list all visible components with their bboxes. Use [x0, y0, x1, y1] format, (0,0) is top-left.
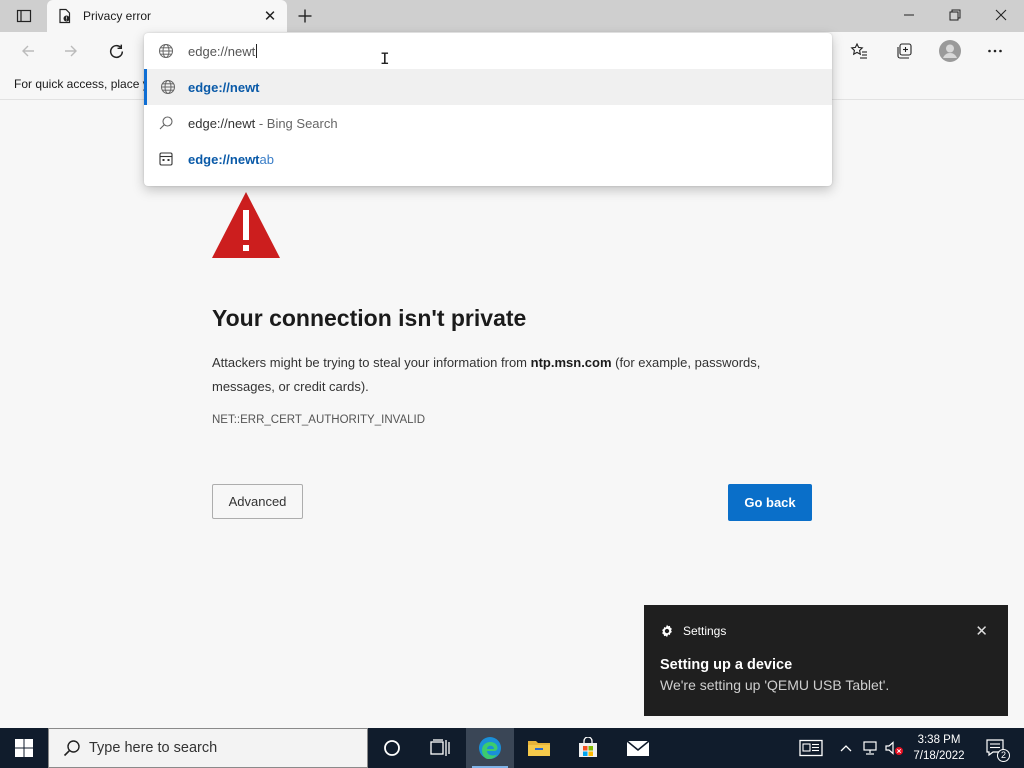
toast-title: Setting up a device: [660, 657, 793, 673]
tab-actions-button[interactable]: [6, 4, 42, 28]
file-explorer-button[interactable]: [515, 728, 563, 768]
collections-button[interactable]: [888, 35, 920, 67]
settings-more-button[interactable]: [979, 35, 1011, 67]
task-view-button[interactable]: [416, 728, 464, 768]
minimize-icon: [904, 14, 914, 16]
globe-icon: [147, 79, 188, 95]
suggestion-newtab[interactable]: edge://newt ab: [144, 141, 832, 177]
edge-icon: [479, 737, 501, 760]
globe-icon: [144, 43, 188, 59]
cortana-icon: [384, 740, 400, 756]
suggestion-search-text: edge://newt: [188, 115, 256, 131]
edge-taskbar-button[interactable]: [466, 728, 514, 768]
text-cursor-icon: I: [380, 49, 390, 68]
address-value: edge://newt: [188, 43, 256, 59]
tab-title: Privacy error: [83, 9, 152, 23]
mail-button[interactable]: [614, 728, 662, 768]
notification-count-badge: 2: [997, 749, 1010, 762]
error-code[interactable]: NET::ERR_CERT_AUTHORITY_INVALID: [212, 414, 425, 426]
advanced-button[interactable]: Advanced: [212, 484, 303, 519]
folder-icon: [528, 741, 550, 756]
favorites-bar-hint: For quick access, place your favorites h…: [14, 77, 144, 91]
close-icon: [995, 9, 1007, 21]
address-input[interactable]: edge://newt: [144, 33, 832, 69]
mail-icon: [626, 740, 650, 756]
tab-close-icon[interactable]: ✕: [257, 3, 283, 29]
warning-icon: [212, 192, 280, 258]
text-caret: [256, 44, 258, 58]
minimize-button[interactable]: [886, 0, 932, 30]
arrow-left-icon: [22, 45, 34, 57]
new-tab-button[interactable]: [292, 4, 318, 28]
news-widget-button[interactable]: [796, 728, 826, 768]
suggestion-url-text: edge://newt: [188, 79, 260, 95]
store-bag-icon: [579, 737, 597, 757]
volume-muted-icon: [885, 741, 903, 755]
forward-button[interactable]: [55, 35, 87, 67]
network-tray-button[interactable]: [858, 728, 882, 768]
address-bar-dropdown: edge://newt I edge://newt edge://newt - …: [144, 33, 832, 186]
network-icon: [863, 741, 877, 755]
refresh-button[interactable]: [100, 35, 132, 67]
suggestion-newtab-rest: ab: [259, 151, 274, 167]
toast-app-header: Settings: [660, 624, 726, 638]
error-description: Attackers might be trying to steal your …: [212, 351, 822, 399]
refresh-icon: [109, 44, 123, 58]
suggestion-newtab-bold: edge://newt: [188, 151, 260, 167]
back-button[interactable]: [12, 35, 44, 67]
clock[interactable]: 3:38 PM 7/18/2022: [906, 732, 972, 764]
taskbar-search-placeholder: Type here to search: [89, 740, 218, 756]
avatar-icon: [939, 40, 961, 62]
tab-actions-icon: [16, 9, 32, 23]
profile-button[interactable]: [934, 35, 966, 67]
title-bar: ! Privacy error ✕: [0, 0, 1024, 32]
error-description-text: Attackers might be trying to steal your …: [212, 355, 531, 370]
error-title: Your connection isn't private: [212, 305, 527, 331]
volume-tray-button[interactable]: [882, 728, 906, 768]
favorites-button[interactable]: [843, 35, 875, 67]
error-host: ntp.msn.com: [530, 355, 612, 370]
task-view-icon: [430, 739, 450, 756]
notification-toast[interactable]: Settings ✕ Setting up a device We're set…: [644, 605, 1008, 716]
taskbar: Type here to search 3:38 PM 7/18/2022 2: [0, 728, 1024, 768]
suggestion-url[interactable]: edge://newt: [144, 69, 832, 105]
arrow-right-icon: [65, 45, 77, 57]
suggestion-search[interactable]: edge://newt - Bing Search: [144, 105, 832, 141]
show-hidden-icons-button[interactable]: [836, 728, 856, 768]
newspaper-icon: [799, 739, 823, 757]
newtab-icon: [144, 151, 188, 167]
toast-close-icon[interactable]: ✕: [975, 622, 988, 640]
restore-button[interactable]: [932, 0, 978, 30]
search-icon: [144, 115, 188, 131]
toast-body: We're setting up 'QEMU USB Tablet'.: [660, 677, 890, 693]
search-icon: [63, 740, 80, 757]
restore-icon: [949, 9, 961, 21]
gear-icon: [660, 624, 674, 638]
clock-time: 3:38 PM: [917, 734, 961, 746]
suggestion-search-suffix: - Bing Search: [255, 115, 338, 131]
star-list-icon: [850, 42, 867, 59]
chevron-up-icon: [840, 745, 852, 752]
action-center-button[interactable]: 2: [978, 728, 1014, 768]
clock-date: 7/18/2022: [913, 750, 965, 762]
windows-logo-icon: [15, 739, 33, 757]
collections-icon: [897, 43, 912, 59]
close-window-button[interactable]: [978, 0, 1024, 30]
more-dots-icon: [988, 49, 1002, 53]
plus-icon: [298, 9, 312, 23]
document-lock-icon: !: [57, 8, 73, 24]
toast-app-name: Settings: [683, 624, 727, 638]
taskbar-search-box[interactable]: Type here to search: [48, 728, 368, 768]
go-back-button[interactable]: Go back: [728, 484, 812, 521]
tab-privacy-error[interactable]: ! Privacy error ✕: [47, 0, 287, 32]
start-button[interactable]: [0, 728, 48, 768]
store-button[interactable]: [564, 728, 612, 768]
cortana-button[interactable]: [368, 728, 416, 768]
